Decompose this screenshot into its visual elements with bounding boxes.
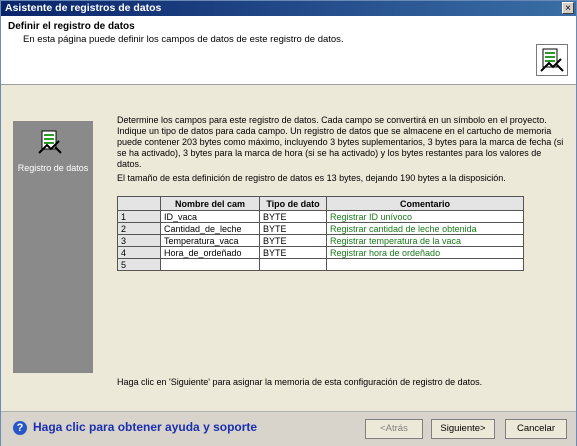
cancel-button[interactable]: Cancelar: [505, 419, 567, 439]
field-name-cell[interactable]: Cantidad_de_leche: [160, 222, 260, 235]
comment-cell[interactable]: Registrar temperatura de la vaca: [326, 234, 524, 247]
table-header-row: Nombre del cam Tipo de dato Comentario: [117, 196, 524, 211]
sidebar-panel: Registro de datos: [13, 121, 93, 373]
button-bar: ? Haga clic para obtener ayuda y soporte …: [1, 411, 576, 446]
data-type-cell[interactable]: [259, 258, 327, 271]
row-number: 2: [117, 222, 161, 235]
table-row[interactable]: 1 ID_vaca BYTE Registrar ID unívoco: [117, 210, 524, 223]
field-name-cell[interactable]: [160, 258, 260, 271]
data-log-icon: [35, 129, 65, 157]
main-content: Determine los campos para este registro …: [105, 111, 575, 393]
table-row[interactable]: 4 Hora_de_ordeñado BYTE Registrar hora d…: [117, 246, 524, 259]
table-row[interactable]: 5: [117, 258, 524, 271]
table-row[interactable]: 3 Temperatura_vaca BYTE Registrar temper…: [117, 234, 524, 247]
window-title: Asistente de registros de datos: [5, 2, 162, 14]
next-button[interactable]: Siguiente>: [431, 419, 495, 439]
data-type-cell[interactable]: BYTE: [259, 210, 327, 223]
row-number: 1: [117, 210, 161, 223]
field-name-cell[interactable]: Hora_de_ordeñado: [160, 246, 260, 259]
close-button[interactable]: ×: [562, 2, 574, 14]
row-number: 3: [117, 234, 161, 247]
page-subtitle: En esta página puede definir los campos …: [23, 34, 344, 45]
instructions-text: Determine los campos para este registro …: [117, 115, 564, 168]
row-number: 5: [117, 258, 161, 271]
row-number: 4: [117, 246, 161, 259]
data-type-cell[interactable]: BYTE: [259, 222, 327, 235]
help-link[interactable]: ? Haga clic para obtener ayuda y soporte: [13, 420, 257, 435]
page-title: Definir el registro de datos: [8, 21, 135, 32]
wizard-window: Asistente de registros de datos × Defini…: [0, 0, 577, 446]
data-type-cell[interactable]: BYTE: [259, 234, 327, 247]
comment-cell[interactable]: Registrar ID unívoco: [326, 210, 524, 223]
wizard-header: Definir el registro de datos En esta pág…: [1, 16, 576, 85]
title-bar: Asistente de registros de datos ×: [1, 1, 576, 16]
comment-cell[interactable]: Registrar hora de ordeñado: [326, 246, 524, 259]
column-header-number: [117, 196, 161, 211]
data-type-cell[interactable]: BYTE: [259, 246, 327, 259]
table-row[interactable]: 2 Cantidad_de_leche BYTE Registrar canti…: [117, 222, 524, 235]
field-name-cell[interactable]: Temperatura_vaca: [160, 234, 260, 247]
data-log-wizard-icon: [536, 44, 568, 76]
help-question-icon: ?: [13, 420, 27, 435]
next-instruction-text: Haga clic en 'Siguiente' para asignar la…: [117, 377, 483, 387]
comment-cell[interactable]: Registrar cantidad de leche obtenida: [326, 222, 524, 235]
sidebar-item-label: Registro de datos: [17, 163, 89, 173]
column-header-comment[interactable]: Comentario: [326, 196, 524, 211]
column-header-type[interactable]: Tipo de dato: [259, 196, 327, 211]
fields-table[interactable]: Nombre del cam Tipo de dato Comentario 1…: [117, 196, 524, 271]
size-info-text: El tamaño de esta definición de registro…: [117, 173, 506, 183]
comment-cell[interactable]: [326, 258, 524, 271]
column-header-name[interactable]: Nombre del cam: [160, 196, 260, 211]
back-button[interactable]: <Atrás: [365, 419, 423, 439]
field-name-cell[interactable]: ID_vaca: [160, 210, 260, 223]
help-link-text[interactable]: Haga clic para obtener ayuda y soporte: [33, 420, 257, 434]
